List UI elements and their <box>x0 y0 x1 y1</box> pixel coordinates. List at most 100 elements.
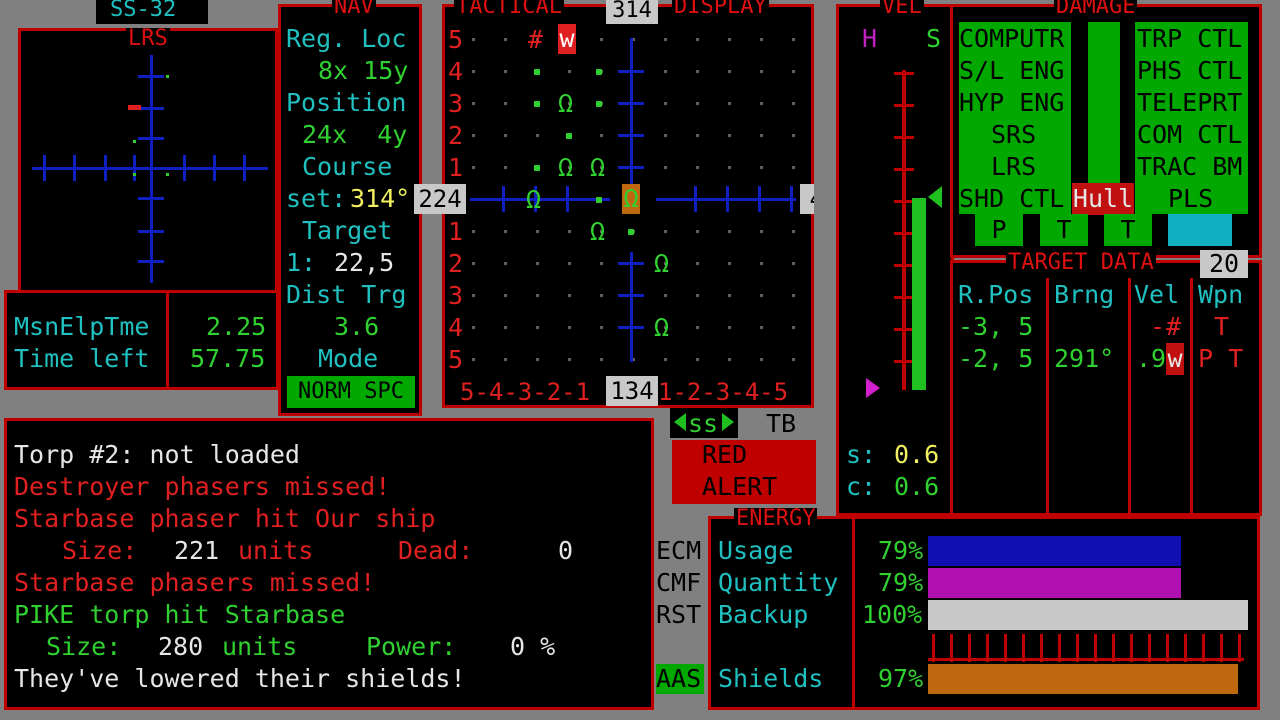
friendly-ship-icon[interactable]: Ω <box>654 248 669 280</box>
grid-dot <box>760 70 763 73</box>
grid-dot <box>728 358 731 361</box>
tactical-bottom-scale-left: 5-4-3-2-1 <box>460 378 591 406</box>
damage-com-ctl: COM CTL <box>1137 120 1243 149</box>
grid-dot <box>504 166 507 169</box>
nav-target-index: 1: <box>286 248 317 277</box>
grid-dot <box>472 166 475 169</box>
nav-set-label: set: <box>286 184 347 213</box>
energy-backup-pct: 100% <box>862 600 923 629</box>
vel-setpoint-icon[interactable] <box>928 186 942 208</box>
grid-dot <box>600 134 603 137</box>
vel-scale <box>902 70 906 390</box>
tactical-grid: 5 4 3 2 1 1 2 3 4 5 # w Ω Ω Ω Ω Ω Ω Ω Ω <box>446 22 810 382</box>
damage-phs-ctl: PHS CTL <box>1137 56 1243 85</box>
damage-t2: T <box>1104 214 1152 246</box>
nav-dist-value: 3.6 <box>334 312 380 341</box>
friendly-ship-icon[interactable]: Ω <box>558 152 573 184</box>
row-label: 5 <box>448 25 464 54</box>
own-ship-icon: Ω <box>622 184 640 214</box>
cmf-button[interactable]: CMF <box>656 567 701 599</box>
damage-srs: SRS <box>991 120 1037 149</box>
damage-hyp-eng: HYP ENG <box>959 88 1065 117</box>
grid-dot <box>472 230 475 233</box>
energy-quantity-label: Quantity <box>718 568 839 597</box>
nav-mode-label: Mode <box>318 344 379 373</box>
grid-dot <box>664 102 667 105</box>
ecm-button[interactable]: ECM <box>656 535 701 567</box>
friendly-ship-icon[interactable]: Ω <box>526 184 541 216</box>
tactical-header-right: DISPLAY <box>672 0 769 18</box>
nav-mode-button[interactable]: NORM SPC <box>287 376 415 408</box>
tb-button[interactable]: TB <box>766 408 796 440</box>
grid-dot <box>728 102 731 105</box>
grid-dot <box>728 134 731 137</box>
time-left-label: Time left <box>14 344 150 373</box>
grid-dot <box>696 294 699 297</box>
target-col-rpos: R.Pos <box>958 280 1034 309</box>
damage-trp-ctl: TRP CTL <box>1137 24 1243 53</box>
grid-dot <box>696 326 699 329</box>
damage-computr: COMPUTR <box>959 24 1065 53</box>
shield-tick <box>1238 634 1241 662</box>
target-row-vel-mark: w <box>1166 343 1184 375</box>
damage-lrs: LRS <box>991 152 1037 181</box>
damage-teleprt: TELEPRT <box>1137 88 1243 117</box>
grid-dot <box>536 230 539 233</box>
grid-dot <box>536 262 539 265</box>
grid-dot <box>600 326 603 329</box>
friendly-ship-icon[interactable]: Ω <box>558 88 573 120</box>
target-row-rpos[interactable]: -2, 5 <box>958 343 1033 375</box>
damage-header: DAMAGE <box>1054 0 1138 18</box>
grid-dot <box>760 102 763 105</box>
friendly-ship-icon[interactable]: Ω <box>654 312 669 344</box>
shield-tick <box>950 634 953 662</box>
grid-dot <box>664 70 667 73</box>
shield-tick <box>1166 634 1169 662</box>
row-label: 4 <box>448 313 464 342</box>
grid-dot <box>696 262 699 265</box>
ss-right-arrow-icon <box>722 413 734 431</box>
contact-hostile-mark[interactable]: # <box>528 24 543 56</box>
rst-button[interactable]: RST <box>656 599 701 631</box>
friendly-ship-icon[interactable]: Ω <box>590 152 605 184</box>
contact-hostile-w[interactable]: w <box>558 24 576 54</box>
damage-shd-ctl: SHD CTL <box>959 184 1065 213</box>
energy-backup-bar <box>928 600 1248 630</box>
message-line: They've lowered their shields! <box>14 664 466 693</box>
grid-dot <box>664 38 667 41</box>
message-line: Torp #2: not loaded <box>14 440 300 469</box>
grid-dot <box>728 38 731 41</box>
aas-button[interactable]: AAS <box>656 664 704 694</box>
target-row-rpos[interactable]: -3, 5 <box>958 311 1033 343</box>
grid-dot <box>728 326 731 329</box>
friendly-ship-icon[interactable]: Ω <box>590 216 605 248</box>
vel-tick <box>894 360 914 363</box>
shield-tick <box>1004 634 1007 662</box>
lrs-contact <box>133 140 136 143</box>
energy-usage-label: Usage <box>718 536 794 565</box>
shield-tick <box>1184 634 1187 662</box>
grid-dot <box>792 134 795 137</box>
nav-reg-value: 8x 15y <box>318 56 409 85</box>
damage-sl-eng: S/L ENG <box>959 56 1065 85</box>
vel-tick <box>894 296 914 299</box>
shield-tick <box>1094 634 1097 662</box>
damage-pls: PLS <box>1168 184 1214 213</box>
vel-current-icon <box>866 378 880 398</box>
target-row-wpn: P T <box>1198 344 1244 373</box>
msg-dead-value: 0 <box>558 536 574 565</box>
vel-tick <box>894 72 914 75</box>
lrs-scan <box>28 45 268 285</box>
grid-dot <box>728 230 731 233</box>
ship-tag-label: SS-32 <box>110 0 177 22</box>
shield-tick <box>1202 634 1205 662</box>
grid-dot <box>696 166 699 169</box>
vel-s-readout-label: s: <box>846 440 877 469</box>
vel-s-label: S <box>926 24 942 53</box>
grid-dot <box>472 294 475 297</box>
mission-elapsed-label: MsnElpTme <box>14 312 150 341</box>
grid-dot <box>696 230 699 233</box>
row-label: 3 <box>448 89 464 118</box>
target-col-brng: Brng <box>1054 280 1115 309</box>
shield-tick <box>932 634 935 662</box>
